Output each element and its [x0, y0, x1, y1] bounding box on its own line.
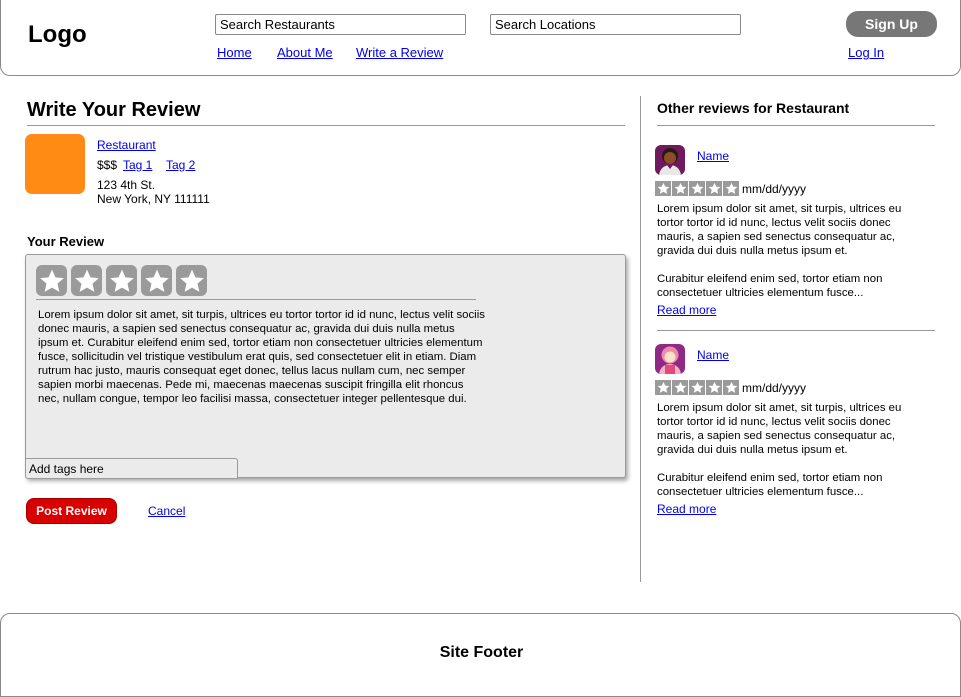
nav-write-review-link[interactable]: Write a Review	[356, 45, 443, 60]
rating-star-button[interactable]	[141, 265, 172, 296]
reviewer-avatar	[655, 344, 685, 374]
review-date: mm/dd/yyyy	[742, 182, 807, 196]
rating-stars	[36, 265, 207, 296]
star-icon	[655, 380, 671, 395]
your-review-label: Your Review	[27, 234, 105, 249]
review-stars	[655, 181, 739, 196]
rating-star-button[interactable]	[36, 265, 67, 296]
review-excerpt: Lorem ipsum dolor sit amet, sit turpis, …	[657, 401, 927, 513]
business-tag-link[interactable]: Tag 1	[123, 158, 152, 172]
column-divider	[640, 96, 641, 582]
review-excerpt: Lorem ipsum dolor sit amet, sit turpis, …	[657, 202, 927, 314]
sign-up-button[interactable]: Sign Up	[846, 11, 937, 37]
star-icon	[706, 380, 722, 395]
address-line: New York, NY 111111	[97, 192, 210, 206]
star-icon	[109, 269, 134, 292]
business-tag-link[interactable]: Tag 2	[166, 158, 195, 172]
site-footer: Site Footer	[0, 613, 961, 697]
logo[interactable]: Logo	[28, 21, 87, 49]
star-icon	[672, 181, 688, 196]
person-avatar-icon	[655, 344, 685, 374]
star-icon	[723, 380, 739, 395]
star-icon	[655, 181, 671, 196]
business-thumbnail	[25, 134, 85, 194]
post-review-button[interactable]: Post Review	[26, 498, 117, 524]
nav-about-me-link[interactable]: About Me	[277, 45, 333, 60]
tags-input[interactable]	[25, 458, 238, 479]
sidebar-title: Other reviews for Restaurant	[657, 100, 850, 116]
review-textarea[interactable]: Lorem ipsum dolor sit amet, sit turpis, …	[38, 308, 488, 406]
read-more-link[interactable]: Read more	[657, 502, 716, 516]
reviewer-name-link[interactable]: Name	[697, 348, 729, 362]
star-icon	[144, 269, 169, 292]
search-restaurants-input[interactable]	[215, 14, 466, 35]
address-line: 123 4th St.	[97, 178, 156, 192]
review-card: Name mm/dd/yyyy Lorem ipsum dolor sit am…	[655, 145, 940, 335]
review-paragraph: Lorem ipsum dolor sit amet, sit turpis, …	[657, 402, 902, 456]
star-icon	[723, 181, 739, 196]
editor-divider	[36, 299, 476, 300]
site-header: Logo Home About Me Write a Review Sign U…	[0, 0, 961, 76]
sidebar-divider	[657, 330, 935, 331]
title-divider	[27, 125, 625, 126]
review-editor: Lorem ipsum dolor sit amet, sit turpis, …	[25, 254, 626, 479]
star-icon	[689, 380, 705, 395]
rating-star-button[interactable]	[176, 265, 207, 296]
star-icon	[689, 181, 705, 196]
star-icon	[39, 269, 64, 292]
reviewer-name-link[interactable]: Name	[697, 149, 729, 163]
review-stars	[655, 380, 739, 395]
rating-star-button[interactable]	[71, 265, 102, 296]
business-price: $$$	[97, 158, 118, 172]
rating-star-button[interactable]	[106, 265, 137, 296]
read-more-link[interactable]: Read more	[657, 303, 716, 317]
business-address: 123 4th St. New York, NY 111111	[97, 178, 210, 206]
star-icon	[179, 269, 204, 292]
log-in-link[interactable]: Log In	[848, 45, 884, 60]
business-name-link[interactable]: Restaurant	[97, 138, 156, 152]
review-paragraph: Lorem ipsum dolor sit amet, sit turpis, …	[657, 203, 902, 257]
review-paragraph: Curabitur eleifend enim sed, tortor etia…	[657, 273, 883, 299]
search-locations-input[interactable]	[490, 14, 741, 35]
review-paragraph: Curabitur eleifend enim sed, tortor etia…	[657, 472, 883, 498]
reviewer-avatar	[655, 145, 685, 175]
star-icon	[706, 181, 722, 196]
footer-label: Site Footer	[439, 644, 524, 661]
star-icon	[74, 269, 99, 292]
nav-home-link[interactable]: Home	[217, 45, 252, 60]
review-card: Name mm/dd/yyyy Lorem ipsum dolor sit am…	[655, 344, 940, 534]
page-title: Write Your Review	[27, 99, 201, 121]
sidebar-divider	[657, 125, 935, 126]
cancel-link[interactable]: Cancel	[148, 504, 185, 518]
review-date: mm/dd/yyyy	[742, 381, 807, 395]
star-icon	[672, 380, 688, 395]
person-avatar-icon	[655, 145, 685, 175]
